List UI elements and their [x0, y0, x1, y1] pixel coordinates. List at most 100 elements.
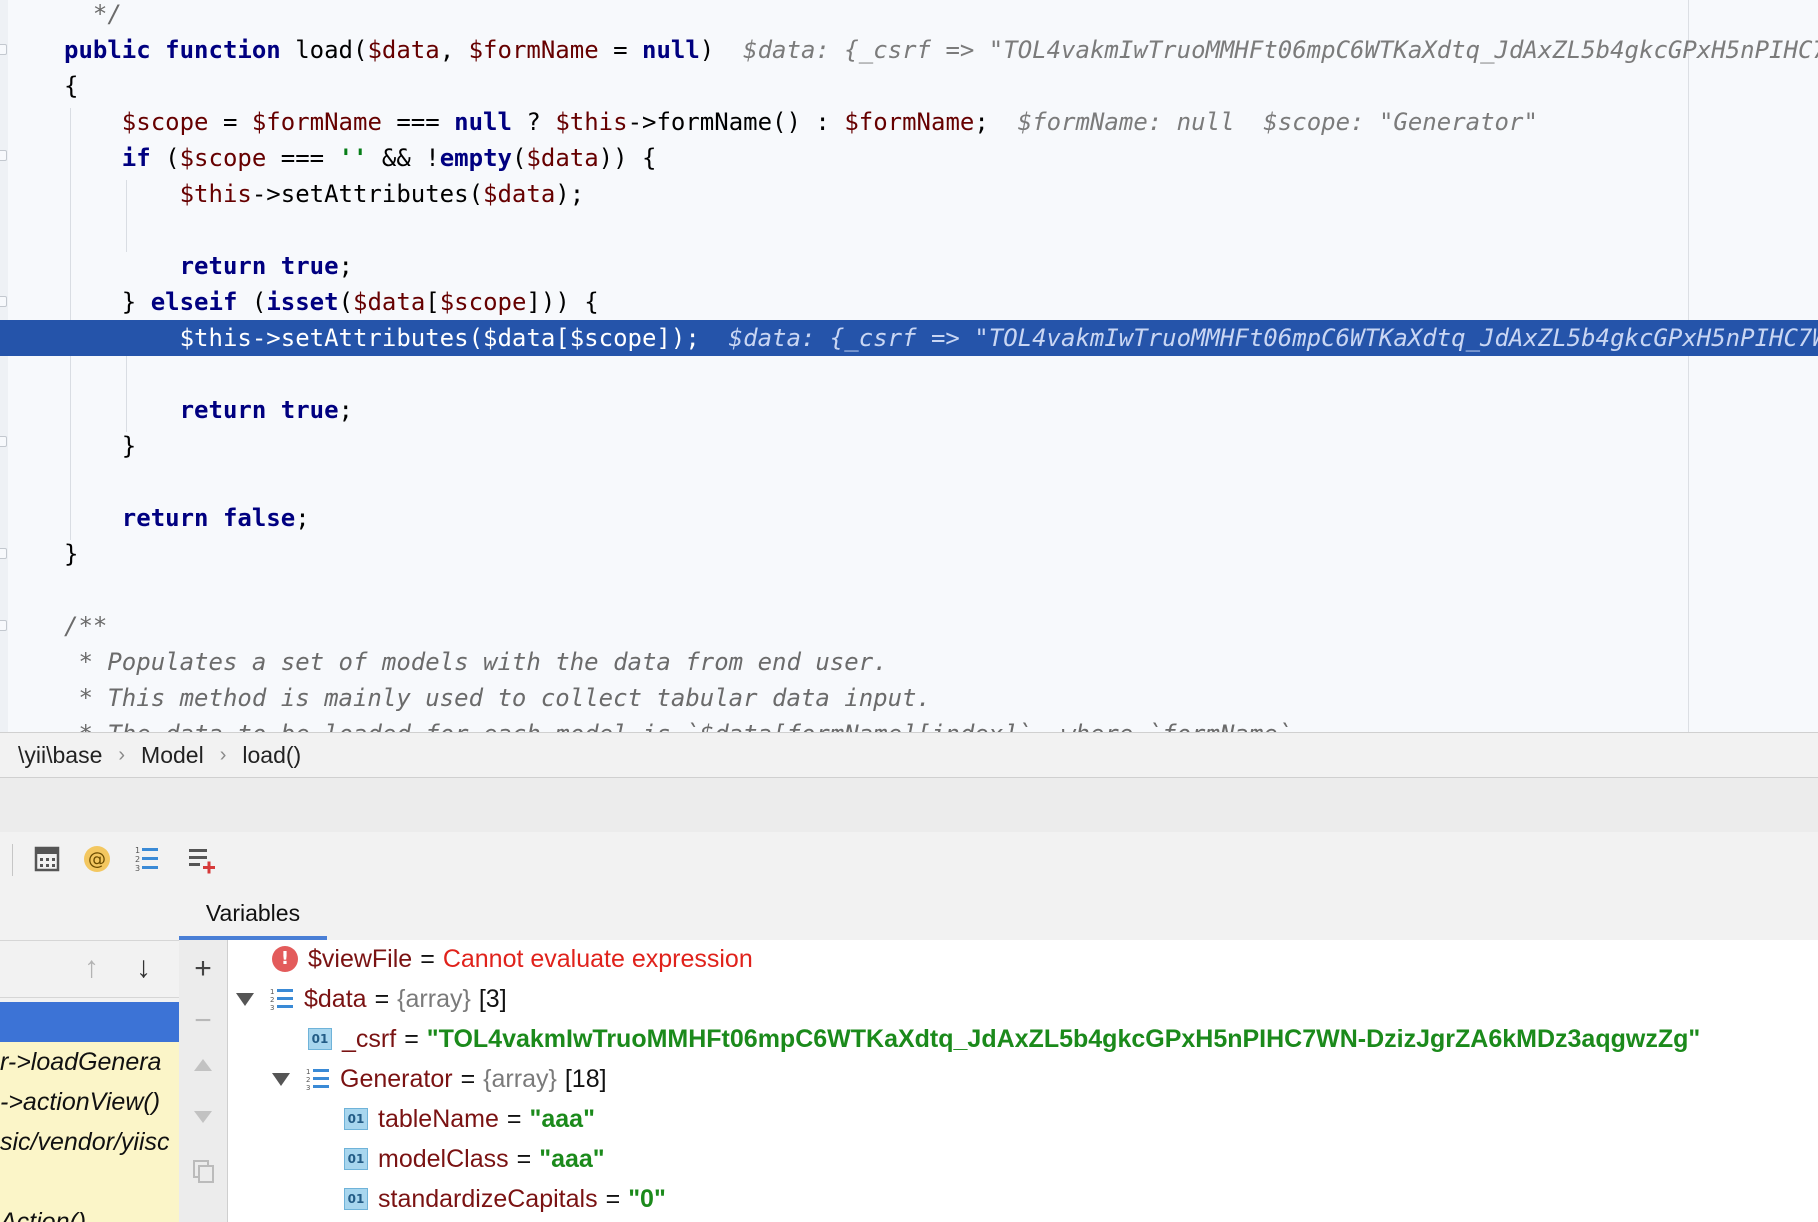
svg-text:1: 1: [306, 1068, 310, 1076]
next-frame-arrow-icon[interactable]: ↓: [136, 953, 151, 983]
code-token: }: [64, 288, 151, 316]
code-token: ?: [511, 108, 556, 136]
code-token: (: [150, 144, 180, 172]
frame-item[interactable]: sic/vendor/yiisc: [0, 1122, 179, 1162]
variable-value: "TOL4vakmIwTruoMMHFt06mpC6WTKaXdtq_JdAxZ…: [426, 1025, 1701, 1053]
code-token: elseif: [150, 288, 238, 316]
code-line[interactable]: return true;: [0, 248, 353, 284]
code-token: ,: [439, 36, 469, 64]
variable-type: {array}: [483, 1065, 557, 1093]
code-line[interactable]: $this->setAttributes($data);: [0, 176, 585, 212]
code-line[interactable]: [0, 212, 64, 248]
code-token: }: [64, 432, 137, 460]
primitive-field-icon: 01: [308, 1028, 332, 1050]
variable-row[interactable]: 1 2 3 $data = {array} [3]: [236, 980, 507, 1018]
svg-text:3: 3: [306, 1084, 310, 1092]
code-token: )) {: [598, 144, 657, 172]
toolbar-separator: [12, 844, 13, 876]
numbered-list-icon[interactable]: 1 2 3: [130, 842, 164, 876]
variable-name: modelClass: [378, 1145, 509, 1173]
previous-frame-arrow-icon[interactable]: ↑: [84, 953, 99, 983]
remove-watch-button[interactable]: −: [179, 1006, 227, 1036]
variable-type: {array}: [397, 985, 471, 1013]
code-token: null: [642, 36, 700, 64]
error-icon: !: [272, 946, 298, 972]
code-line[interactable]: * Populates a set of models with the dat…: [0, 644, 887, 680]
svg-text:1: 1: [270, 988, 274, 996]
code-line[interactable]: if ($scope === '' && !empty($data)) {: [0, 140, 657, 176]
code-line[interactable]: }: [0, 536, 78, 572]
frames-panel: ↑ ↓ r->loadGenera ->actionView() sic/ven…: [0, 886, 180, 1222]
breadcrumb: \yii\base › Model › load(): [0, 732, 1818, 778]
variable-row[interactable]: 1 2 3 Generator = {array} [18]: [272, 1060, 607, 1098]
inline-debug-value: $data: {_csrf => "TOL4vakmIwTruoMMHFt06m…: [743, 36, 1818, 64]
frame-item[interactable]: Action(): [0, 1202, 179, 1222]
variable-row[interactable]: 01 modelClass = "aaa": [344, 1140, 605, 1178]
variable-row[interactable]: ! $viewFile = Cannot evaluate expression: [272, 940, 753, 978]
code-token: */: [64, 0, 122, 28]
code-line[interactable]: return false;: [0, 500, 310, 536]
code-token: $data: [367, 36, 440, 64]
code-line[interactable]: * The data to be loaded for each model i…: [0, 716, 1292, 732]
code-token: if: [121, 144, 151, 172]
code-token: load(: [295, 36, 368, 64]
code-line[interactable]: /**: [0, 608, 107, 644]
code-token: (: [511, 144, 527, 172]
variable-name: _csrf: [342, 1025, 397, 1053]
variables-tree[interactable]: ! $viewFile = Cannot evaluate expression 1 2 3…: [228, 940, 1818, 1222]
code-token: {: [64, 72, 79, 100]
variable-row[interactable]: 01 _csrf = "TOL4vakmIwTruoMMHFt06mpC6WTKaXd…: [308, 1020, 1700, 1058]
code-token: ;: [974, 108, 1018, 136]
calculator-icon[interactable]: [30, 842, 64, 876]
code-line[interactable]: [0, 572, 64, 608]
variable-equals: =: [460, 1065, 476, 1093]
frame-item[interactable]: ->actionView(): [0, 1082, 179, 1122]
code-token: $this: [64, 180, 252, 208]
move-down-icon[interactable]: [193, 1110, 213, 1124]
code-token: ): [699, 36, 744, 64]
code-editor[interactable]: */ public function load($data, $formName …: [0, 0, 1818, 732]
code-line[interactable]: $scope = $formName === null ? $this->for…: [0, 104, 1538, 140]
variable-equals: =: [506, 1105, 522, 1133]
debug-toolbar: @ 1 2 3: [0, 832, 1818, 887]
frame-item[interactable]: r->loadGenera: [0, 1042, 179, 1082]
move-up-icon[interactable]: [193, 1058, 213, 1072]
code-line[interactable]: [0, 356, 64, 392]
svg-text:2: 2: [135, 855, 140, 864]
code-token: ===: [381, 108, 455, 136]
code-line[interactable]: * This method is mainly used to collect …: [0, 680, 931, 716]
variable-name: $data: [304, 985, 367, 1013]
array-icon: 123: [270, 988, 293, 1012]
code-line[interactable]: public function load($data, $formName = …: [0, 32, 1818, 68]
code-token: return true: [179, 252, 339, 280]
execution-point-line[interactable]: $this->setAttributes($data[$scope]); $da…: [0, 320, 1818, 356]
copy-icon[interactable]: [191, 1158, 217, 1184]
code-token: $data: [483, 180, 556, 208]
variable-row[interactable]: 01 tableName = "aaa": [344, 1100, 595, 1138]
at-sign-icon[interactable]: @: [80, 842, 114, 876]
primitive-field-icon: 01: [344, 1188, 368, 1210]
tab-variables[interactable]: Variables: [179, 886, 327, 940]
expand-toggle-icon[interactable]: [272, 1072, 290, 1086]
code-line[interactable]: [0, 464, 64, 500]
variable-count: [3]: [478, 985, 507, 1013]
breadcrumb-namespace[interactable]: \yii\base: [18, 742, 102, 769]
expand-toggle-icon[interactable]: [236, 992, 254, 1006]
code-token: '': [338, 144, 368, 172]
code-token: public function: [64, 36, 296, 64]
code-line[interactable]: {: [0, 68, 78, 104]
code-line[interactable]: } elseif (isset($data[$scope])) {: [0, 284, 599, 320]
variable-name: Generator: [340, 1065, 453, 1093]
code-line[interactable]: }: [0, 428, 136, 464]
add-watch-icon[interactable]: [184, 842, 218, 876]
code-token: empty: [439, 144, 512, 172]
code-line[interactable]: */: [0, 0, 122, 32]
variable-count: [18]: [564, 1065, 607, 1093]
frame-item-selected[interactable]: [0, 1002, 179, 1042]
breadcrumb-method[interactable]: load(): [242, 742, 301, 769]
add-watch-button[interactable]: +: [179, 954, 227, 984]
variable-row[interactable]: 01 standardizeCapitals = "0": [344, 1180, 666, 1218]
breadcrumb-class[interactable]: Model: [141, 742, 204, 769]
code-line[interactable]: return true;: [0, 392, 353, 428]
